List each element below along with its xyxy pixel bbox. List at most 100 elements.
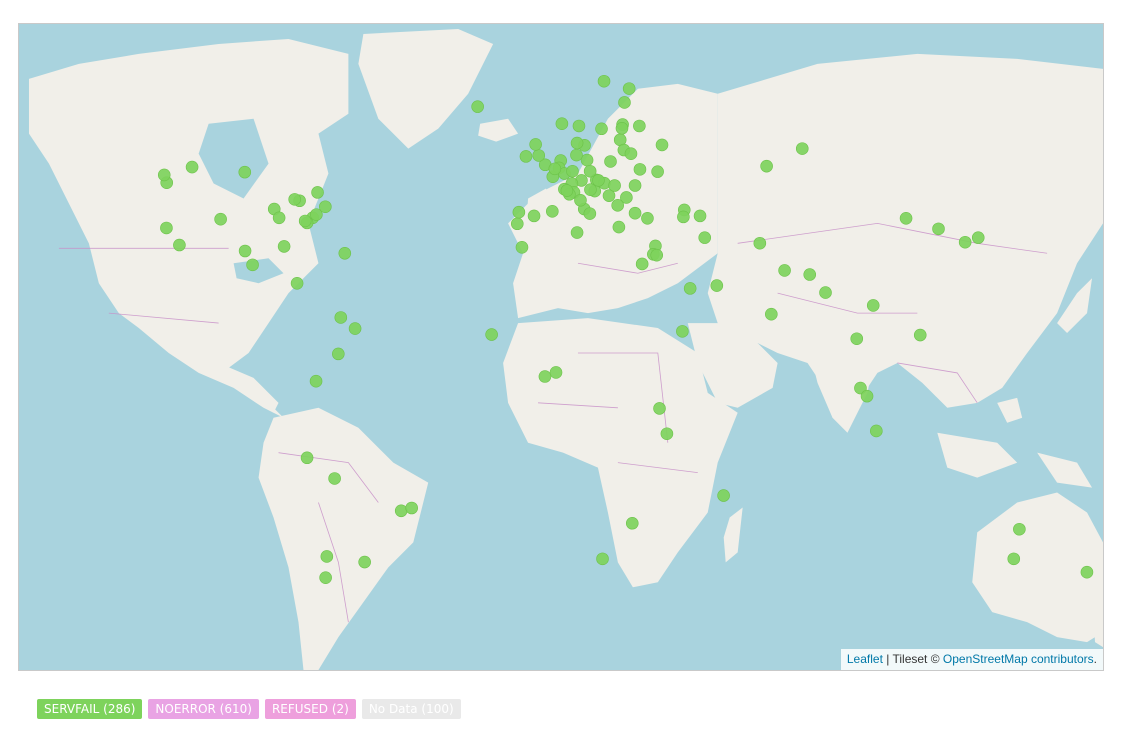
map-marker[interactable]	[583, 164, 597, 178]
map-marker[interactable]	[660, 427, 674, 441]
map-marker[interactable]	[624, 147, 638, 160]
map-marker[interactable]	[290, 277, 304, 290]
map-marker[interactable]	[288, 193, 301, 206]
map-marker[interactable]	[1007, 552, 1021, 566]
map-marker[interactable]	[238, 165, 252, 179]
map-marker[interactable]	[566, 164, 579, 178]
map-marker[interactable]	[717, 489, 730, 502]
map-marker[interactable]	[300, 451, 314, 465]
map-marker[interactable]	[584, 183, 597, 196]
map-marker[interactable]	[693, 209, 707, 223]
map-marker[interactable]	[272, 211, 286, 225]
map-marker[interactable]	[548, 162, 562, 176]
map-marker[interactable]	[574, 193, 587, 207]
map-marker[interactable]	[698, 231, 712, 244]
map-marker[interactable]	[650, 248, 664, 262]
map-marker[interactable]	[570, 136, 584, 150]
map-marker[interactable]	[899, 212, 913, 225]
map-marker[interactable]	[185, 160, 199, 174]
map-marker[interactable]	[596, 552, 609, 566]
map-marker[interactable]	[298, 214, 312, 228]
map-marker[interactable]	[628, 206, 642, 220]
map-marker[interactable]	[604, 155, 617, 168]
map-marker[interactable]	[866, 299, 880, 312]
map-marker[interactable]	[570, 148, 583, 162]
map-marker[interactable]	[625, 516, 639, 530]
map-marker[interactable]	[932, 222, 945, 236]
map-marker[interactable]	[628, 179, 642, 192]
map-marker[interactable]	[572, 119, 586, 133]
map-marker[interactable]	[405, 501, 418, 515]
map-marker[interactable]	[173, 238, 186, 252]
map-marker[interactable]	[334, 311, 348, 324]
map-marker[interactable]	[157, 168, 171, 182]
map-marker[interactable]	[160, 221, 173, 235]
map-marker[interactable]	[515, 241, 529, 254]
map-marker[interactable]	[277, 240, 291, 253]
map-marker[interactable]	[532, 149, 546, 162]
leaflet-link[interactable]: Leaflet	[847, 652, 883, 666]
map-marker[interactable]	[618, 96, 631, 109]
map-marker[interactable]	[332, 347, 345, 361]
map-marker[interactable]	[795, 142, 809, 155]
map-marker[interactable]	[597, 74, 611, 88]
map-marker[interactable]	[338, 247, 352, 260]
map-marker[interactable]	[238, 244, 252, 258]
map-marker[interactable]	[860, 389, 874, 403]
map-marker[interactable]	[611, 199, 624, 212]
map-marker[interactable]	[320, 550, 334, 563]
map-marker[interactable]	[765, 307, 778, 321]
map-marker[interactable]	[778, 264, 791, 277]
map-marker[interactable]	[677, 210, 690, 224]
map-marker[interactable]	[328, 472, 341, 485]
map-marker[interactable]	[592, 174, 605, 187]
map-marker[interactable]	[538, 370, 552, 383]
map-marker[interactable]	[580, 153, 594, 167]
map-marker[interactable]	[971, 231, 985, 244]
map-marker[interactable]	[803, 268, 817, 281]
legend-refused[interactable]: REFUSED (2)	[264, 699, 356, 719]
map-marker[interactable]	[850, 332, 864, 346]
map-marker[interactable]	[635, 257, 649, 271]
map-marker[interactable]	[512, 205, 526, 219]
map-marker[interactable]	[319, 200, 332, 214]
map-marker[interactable]	[311, 186, 324, 199]
map-marker[interactable]	[608, 179, 621, 192]
map-marker[interactable]	[633, 163, 647, 176]
map-marker[interactable]	[595, 122, 608, 136]
map-marker[interactable]	[358, 555, 371, 569]
map-marker[interactable]	[348, 322, 362, 335]
map-marker[interactable]	[633, 119, 646, 133]
map-marker[interactable]	[753, 236, 767, 250]
map-marker[interactable]	[612, 220, 626, 234]
map-marker[interactable]	[710, 279, 724, 292]
map-marker[interactable]	[870, 424, 883, 438]
map-marker[interactable]	[819, 286, 832, 299]
map-marker[interactable]	[651, 165, 664, 178]
legend-servfail[interactable]: SERVFAIL (286)	[37, 699, 143, 719]
map-marker[interactable]	[676, 325, 689, 338]
map-marker[interactable]	[527, 209, 541, 223]
map-marker[interactable]	[309, 374, 323, 388]
map-marker[interactable]	[1013, 522, 1026, 536]
map-marker[interactable]	[394, 504, 408, 518]
map-marker[interactable]	[471, 100, 484, 113]
map-marker[interactable]	[246, 258, 259, 272]
map-marker[interactable]	[655, 138, 669, 152]
map-marker[interactable]	[641, 212, 654, 225]
map-marker[interactable]	[319, 571, 332, 584]
map-marker[interactable]	[1080, 565, 1094, 579]
map-marker[interactable]	[913, 328, 927, 342]
osm-link[interactable]: OpenStreetMap contributors	[943, 652, 1094, 666]
world-map[interactable]: Leaflet | Tileset © OpenStreetMap contri…	[18, 23, 1104, 671]
legend-no-data[interactable]: No Data (100)	[361, 699, 461, 719]
map-marker[interactable]	[214, 212, 227, 226]
map-marker[interactable]	[549, 366, 563, 379]
map-marker[interactable]	[958, 235, 972, 249]
map-marker[interactable]	[546, 205, 559, 218]
map-marker[interactable]	[555, 117, 569, 130]
map-marker[interactable]	[529, 138, 542, 151]
map-marker[interactable]	[583, 207, 597, 220]
map-marker[interactable]	[519, 150, 533, 163]
map-marker[interactable]	[615, 121, 629, 135]
